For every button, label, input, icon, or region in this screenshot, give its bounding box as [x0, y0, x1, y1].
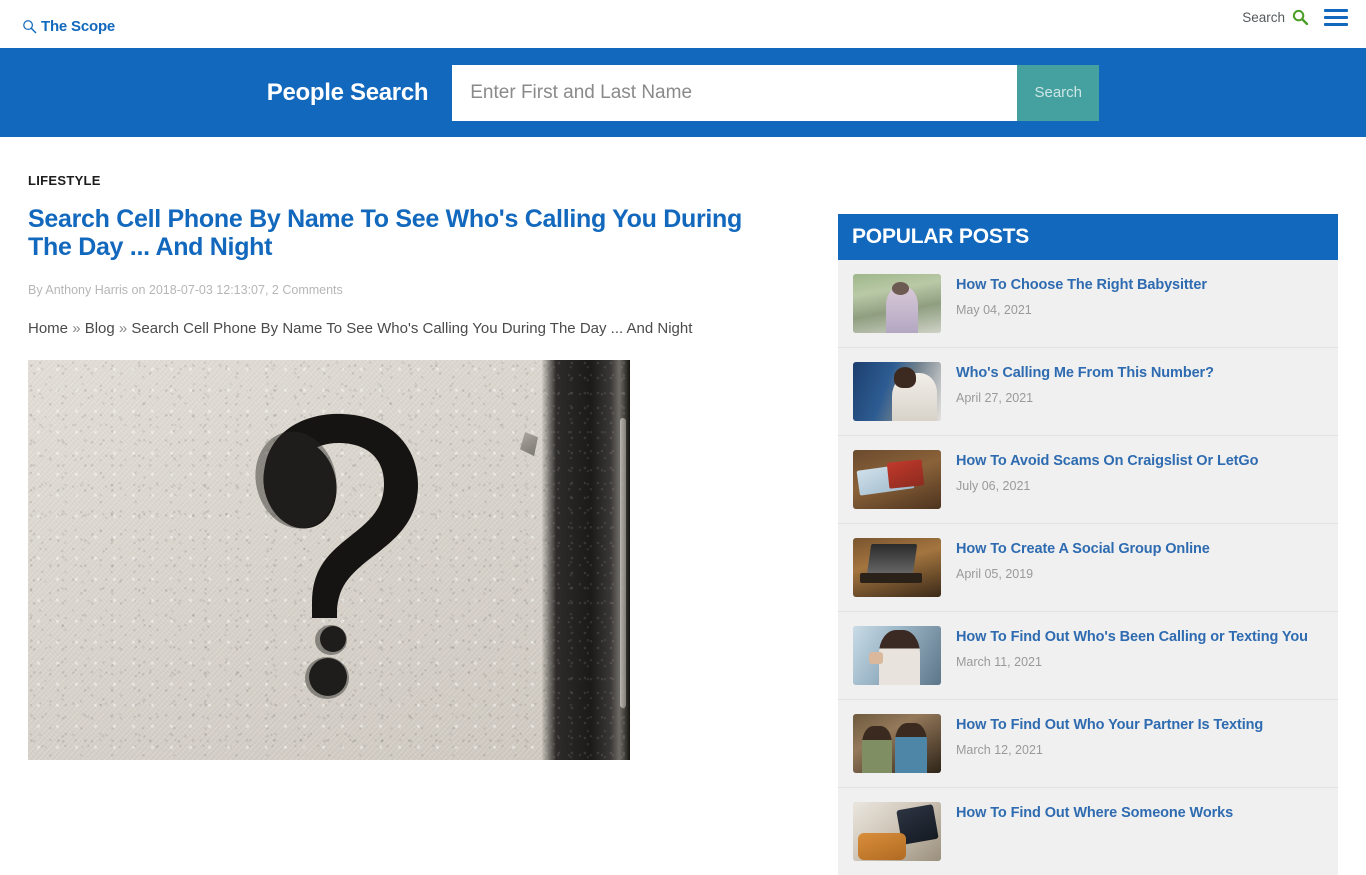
- people-search-title: People Search: [266, 78, 429, 106]
- top-search-label: Search: [1242, 9, 1285, 25]
- people-search-row: People Search Search: [266, 64, 1100, 121]
- search-icon[interactable]: [1292, 9, 1309, 26]
- list-item[interactable]: How To Create A Social Group Online April…: [838, 524, 1338, 612]
- list-item[interactable]: How To Find Out Who's Been Calling or Te…: [838, 612, 1338, 700]
- post-title-link[interactable]: How To Find Out Where Someone Works: [956, 805, 1233, 822]
- post-body: How To Avoid Scams On Craigslist Or LetG…: [956, 450, 1258, 493]
- post-body: How To Find Out Who Your Partner Is Text…: [956, 714, 1263, 757]
- post-thumbnail-image: [853, 802, 941, 861]
- post-thumbnail[interactable]: [853, 274, 941, 333]
- post-title-link[interactable]: How To Choose The Right Babysitter: [956, 277, 1207, 294]
- post-thumbnail[interactable]: [853, 362, 941, 421]
- breadcrumb-separator: »: [118, 320, 128, 337]
- top-navigation-bar: The Scope Search: [0, 0, 1366, 48]
- post-title-link[interactable]: Who's Calling Me From This Number?: [956, 365, 1214, 382]
- post-body: How To Find Out Who's Been Calling or Te…: [956, 626, 1308, 669]
- people-search-field-group: Search: [452, 64, 1100, 121]
- post-date: April 27, 2021: [956, 391, 1034, 406]
- question-mark-graffiti-icon: [28, 360, 630, 760]
- post-title-link[interactable]: How To Find Out Who Your Partner Is Text…: [956, 717, 1263, 734]
- breadcrumb-separator: »: [72, 320, 81, 337]
- post-thumbnail-image: [853, 626, 941, 685]
- post-thumbnail[interactable]: [853, 450, 941, 509]
- people-search-input[interactable]: [452, 64, 1018, 121]
- breadcrumb: Home » Blog » Search Cell Phone By Name …: [28, 320, 818, 337]
- article-column: LIFESTYLE Search Cell Phone By Name To S…: [28, 137, 818, 760]
- hamburger-line: [1324, 16, 1348, 19]
- post-thumbnail-image: [853, 450, 941, 509]
- popular-posts-sidebar: POPULAR POSTS How To Choose The Right Ba…: [838, 214, 1338, 875]
- post-title-link[interactable]: How To Create A Social Group Online: [956, 541, 1210, 558]
- list-item[interactable]: How To Find Out Who Your Partner Is Text…: [838, 700, 1338, 788]
- list-item[interactable]: How To Choose The Right Babysitter May 04…: [838, 260, 1338, 348]
- post-thumbnail-image: [853, 538, 941, 597]
- post-date: May 04, 2021: [956, 303, 1032, 318]
- post-body: How To Choose The Right Babysitter May 04…: [956, 274, 1207, 317]
- post-thumbnail-image: [853, 362, 941, 421]
- page-content: LIFESTYLE Search Cell Phone By Name To S…: [0, 137, 1366, 875]
- post-body: How To Find Out Where Someone Works: [956, 802, 1233, 822]
- hamburger-menu-icon[interactable]: [1324, 8, 1348, 26]
- site-logo[interactable]: The Scope: [22, 18, 115, 35]
- post-date: April 05, 2019: [956, 567, 1034, 582]
- magnifier-icon: [22, 19, 37, 34]
- post-thumbnail[interactable]: [853, 538, 941, 597]
- list-item[interactable]: How To Avoid Scams On Craigslist Or LetG…: [838, 436, 1338, 524]
- post-thumbnail-image: [853, 274, 941, 333]
- list-item[interactable]: How To Find Out Where Someone Works: [838, 788, 1338, 875]
- post-title-link[interactable]: How To Find Out Who's Been Calling or Te…: [956, 629, 1308, 646]
- hamburger-line: [1324, 23, 1348, 26]
- breadcrumb-link-home[interactable]: Home: [28, 320, 68, 337]
- post-date: July 06, 2021: [956, 479, 1031, 494]
- post-date: March 11, 2021: [956, 655, 1042, 670]
- post-date: March 12, 2021: [956, 743, 1043, 758]
- breadcrumb-current: Search Cell Phone By Name To See Who's C…: [131, 320, 693, 337]
- page-title: Search Cell Phone By Name To See Who's C…: [28, 205, 742, 261]
- post-body: How To Create A Social Group Online April…: [956, 538, 1210, 581]
- site-logo-text: The Scope: [41, 18, 116, 35]
- list-item[interactable]: Who's Calling Me From This Number? April …: [838, 348, 1338, 436]
- people-search-submit-button[interactable]: Search: [1017, 64, 1100, 121]
- top-bar-actions: Search: [1242, 8, 1348, 26]
- post-thumbnail[interactable]: [853, 714, 941, 773]
- article-category[interactable]: LIFESTYLE: [28, 173, 818, 188]
- hamburger-line: [1324, 9, 1348, 12]
- breadcrumb-link-blog[interactable]: Blog: [85, 320, 115, 337]
- article-hero-image: [28, 360, 630, 760]
- post-thumbnail[interactable]: [853, 626, 941, 685]
- top-search-toggle[interactable]: Search: [1242, 9, 1309, 26]
- article-byline: By Anthony Harris on 2018-07-03 12:13:07…: [28, 283, 343, 297]
- popular-posts-header: POPULAR POSTS: [838, 214, 1338, 260]
- post-body: Who's Calling Me From This Number? April …: [956, 362, 1214, 405]
- popular-posts-heading: POPULAR POSTS: [852, 225, 1030, 248]
- post-thumbnail[interactable]: [853, 802, 941, 861]
- post-thumbnail-image: [853, 714, 941, 773]
- post-title-link[interactable]: How To Avoid Scams On Craigslist Or LetG…: [956, 453, 1258, 470]
- people-search-banner: People Search Search: [0, 48, 1366, 137]
- popular-posts-list: How To Choose The Right Babysitter May 04…: [838, 260, 1338, 875]
